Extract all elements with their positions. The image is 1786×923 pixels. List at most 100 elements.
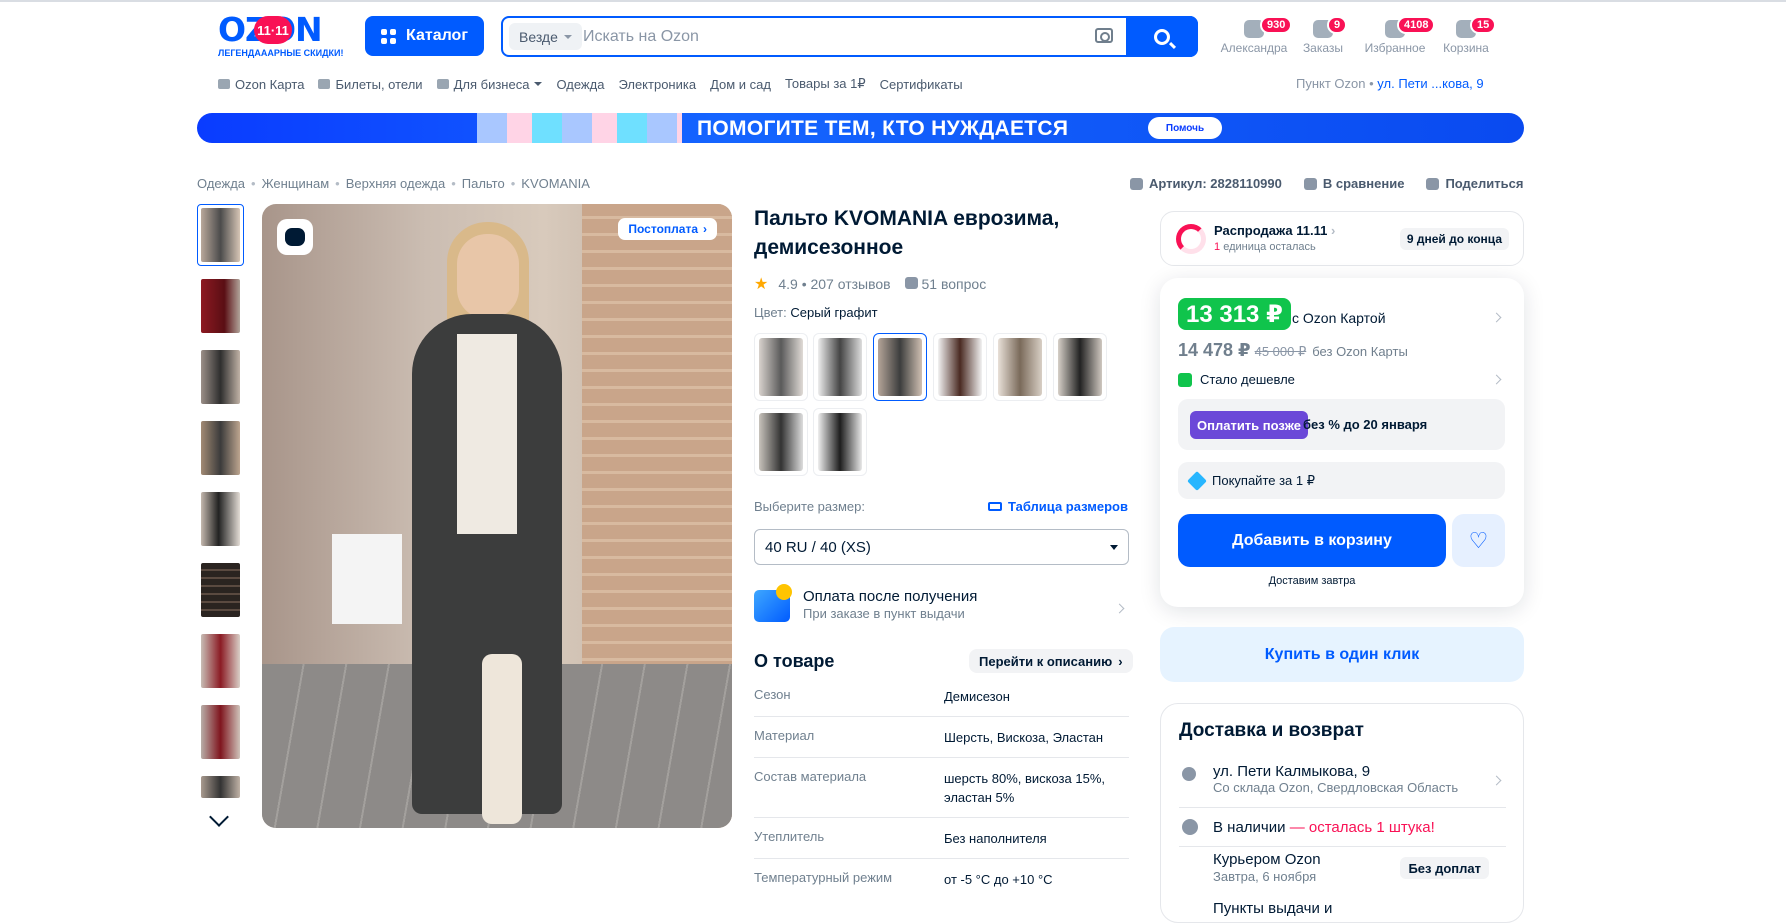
color-swatch[interactable] [813,408,867,476]
nav-item-tickets[interactable]: Билеты, отели [318,76,423,92]
pickup-label: Пункт Ozon • [1296,76,1374,91]
nav-item-1rub[interactable]: Товары за 1₽ [785,76,866,92]
pickup-points-title: Пункты выдачи и [1213,900,1333,917]
sale-block[interactable]: Распродажа 11.11 › 1 единица осталась 9 … [1160,211,1524,266]
color-swatch[interactable] [933,333,987,401]
search-input[interactable]: Искать на Ozon [583,28,699,46]
cart-label: Корзина [1443,41,1489,55]
image-bag [332,534,402,624]
chevron-right-icon: › [1118,653,1123,669]
buy-one-click-button[interactable]: Купить в один клик [1160,627,1524,682]
check-icon [1182,819,1198,835]
search-scope-select[interactable]: Везде [509,23,582,50]
buy-for-1-rub[interactable]: Покупайте за 1 ₽ [1178,462,1505,499]
catalog-button[interactable]: Каталог [365,16,484,56]
share-button[interactable]: Поделиться [1426,176,1523,191]
nav-label: Ozon Карта [235,76,305,92]
favorites-label: Избранное [1364,41,1426,55]
thumbnail[interactable] [197,275,244,337]
search-bar[interactable]: Везде Искать на Ozon [501,16,1198,57]
thumbnail[interactable] [197,488,244,550]
warehouse-line: Со склада Ozon, Свердловская Область [1213,780,1459,795]
breadcrumb-item[interactable]: KVOMANIA [521,176,590,191]
camera-icon[interactable] [1095,28,1113,43]
postpay-badge[interactable]: Постоплата › [618,218,717,240]
delivery-address[interactable]: ул. Пети Калмыкова, 9 Со склада Ozon, Св… [1179,760,1506,804]
to-description-button[interactable]: Перейти к описанию › [969,649,1133,673]
thumbnail[interactable] [197,772,244,802]
rating-row[interactable]: ★ 4.9 • 207 отзывов 51 вопрос [754,274,986,294]
breadcrumb-item[interactable]: Верхняя одежда [346,176,445,191]
nav-item-business[interactable]: Для бизнеса [436,77,543,92]
spec-row[interactable]: Сезон Демисезон [754,676,1129,717]
breadcrumb-item[interactable]: Женщинам [262,176,330,191]
article-copy[interactable]: Артикул: 2828110990 [1130,176,1282,191]
visual-search-button[interactable] [277,219,313,255]
header-profile[interactable]: 930 Александра [1214,16,1294,56]
product-main-image[interactable]: Постоплата › [262,204,732,828]
spec-value: Шерсть, Вискоза, Эластан [944,730,1104,745]
pay-after-subtitle: При заказе в пункт выдачи [803,606,965,621]
ozon-logo[interactable]: OZON 11·11 ЛЕГЕНДАААРНЫЕ СКИДКИ! [218,13,343,58]
size-table-link[interactable]: Таблица размеров [988,499,1128,514]
pay-later-block[interactable]: Оплатить позже без % до 20 января [1178,399,1505,450]
compare-icon [1303,177,1317,190]
color-value: Серый графит [790,305,878,320]
size-select[interactable]: 40 RU / 40 (XS) [754,529,1129,565]
banner-illustration [477,113,682,143]
thumbnail[interactable] [197,701,244,763]
rating-text[interactable]: 4.9 • 207 отзывов [778,276,890,292]
breadcrumb-item[interactable]: Пальто [462,176,505,191]
color-swatch[interactable] [754,333,808,401]
cheaper-label: Стало дешевле [1200,372,1295,387]
add-to-cart-button[interactable]: Добавить в корзину [1178,514,1446,567]
nav-label: Билеты, отели [335,76,423,92]
search-icon [1154,28,1170,45]
breadcrumb-item[interactable]: Одежда [197,176,245,191]
search-button[interactable] [1126,16,1198,57]
header-favorites[interactable]: 4108 Избранное [1355,16,1436,56]
compare-button[interactable]: В сравнение [1303,176,1404,191]
spec-row: Состав материала шерсть 80%, вискоза 15%,… [754,758,1129,818]
header-cart[interactable]: 15 Корзина [1426,16,1506,56]
color-swatch[interactable] [754,408,808,476]
nav-item-home[interactable]: Дом и сад [710,77,771,92]
chevron-right-icon [1114,603,1125,614]
questions-link[interactable]: 51 вопрос [901,276,986,292]
favorite-button[interactable]: ♡ [1452,514,1505,567]
thumbnail[interactable] [197,417,244,479]
promo-banner[interactable]: ПОМОГИТЕ ТЕМ, КТО НУЖДАЕТСЯ Помочь [197,113,1524,143]
color-swatch[interactable] [813,333,867,401]
chevron-right-icon[interactable] [1491,312,1502,323]
courier-title: Курьером Ozon [1213,851,1321,868]
nav-item-electronics[interactable]: Электроника [618,77,696,92]
header-orders[interactable]: 9 Заказы [1283,16,1363,56]
thumbnail[interactable] [197,346,244,408]
color-swatch[interactable] [1053,333,1107,401]
color-swatch-selected[interactable] [873,333,927,401]
spec-row: Утеплитель Без наполнителя [754,818,1129,859]
spec-key: Температурный режим [754,870,893,885]
sale-left-count: 1 [1214,241,1221,253]
business-icon [436,79,449,89]
delivery-hint: Доставим завтра [1268,575,1356,587]
color-swatch[interactable] [993,333,1047,401]
cheaper-row[interactable]: Стало дешевле [1178,372,1295,387]
price-value: 14 478 ₽ [1178,340,1251,360]
chevron-right-icon: › [1330,223,1336,238]
buy-for-1-label: Покупайте за 1 ₽ [1212,472,1316,488]
nav-item-clothes[interactable]: Одежда [556,77,604,92]
thumbnail[interactable] [197,630,244,692]
banner-help-button[interactable]: Помочь [1148,117,1222,139]
size-table-label: Таблица размеров [1008,499,1128,514]
pay-later-button[interactable]: Оплатить позже [1190,411,1308,439]
heart-icon: ♡ [1468,527,1489,553]
pickup-point[interactable]: Пункт Ozon • ул. Пети ...кова, 9 [1296,76,1484,91]
thumbnail[interactable] [197,559,244,621]
spec-key: Утеплитель [754,829,825,844]
nav-item-certificates[interactable]: Сертификаты [880,77,963,92]
thumbnail[interactable] [197,204,244,266]
nav-item-ozon-card[interactable]: Ozon Карта [218,77,304,92]
pay-after-delivery[interactable]: Оплата после получения При заказе в пунк… [754,584,1129,630]
catalog-label: Каталог [406,27,468,44]
